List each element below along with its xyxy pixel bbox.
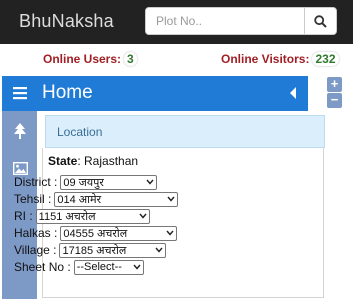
online-visitors-count: 232 — [312, 52, 339, 66]
district-select[interactable]: 09 जयपुर — [60, 174, 158, 190]
sheet-no-select[interactable]: --Select-- — [73, 259, 144, 275]
zoom-out-button[interactable]: − — [327, 93, 342, 108]
sheet-no-field: Sheet No : --Select-- — [14, 259, 144, 275]
online-visitors-label: Online Visitors: — [221, 52, 310, 66]
plot-search-box — [145, 7, 337, 35]
search-button[interactable] — [304, 8, 336, 34]
ri-field: RI : 1151 अचरोल — [14, 208, 150, 224]
district-label: District : — [14, 175, 58, 189]
caret-left-icon[interactable] — [289, 87, 297, 99]
online-stats: Online Users: 3 Online Visitors: 232 — [0, 50, 353, 68]
tehsil-select[interactable]: 014 आमेर — [54, 191, 179, 207]
home-header: Home — [2, 76, 308, 111]
zoom-in-button[interactable]: + — [327, 77, 342, 92]
village-label: Village : — [14, 243, 57, 257]
sheet-no-label: Sheet No : — [14, 260, 71, 274]
halkas-label: Halkas : — [14, 226, 58, 240]
chevron-down-icon — [167, 196, 175, 202]
app-title[interactable]: BhuNaksha — [19, 11, 114, 32]
tehsil-field: Tehsil : 014 आमेर — [14, 191, 179, 207]
home-title: Home — [42, 82, 93, 103]
chevron-down-icon — [133, 264, 141, 270]
ri-select-value: 1151 अचरोल — [38, 210, 96, 223]
district-select-value: 09 जयपुर — [63, 176, 104, 189]
district-field: District : 09 जयपुर — [14, 174, 158, 190]
ri-select[interactable]: 1151 अचरोल — [35, 208, 150, 224]
chevron-down-icon — [155, 247, 164, 253]
village-field: Village : 17185 अचरोल — [14, 242, 167, 258]
chevron-down-icon — [146, 179, 154, 185]
state-label: State — [48, 154, 78, 168]
chevron-down-icon — [166, 230, 174, 236]
location-tab-label: Location — [57, 125, 103, 139]
halkas-field: Halkas : 04555 अचरोल — [14, 225, 178, 241]
online-users-count: 3 — [124, 52, 137, 66]
village-select[interactable]: 17185 अचरोल — [59, 242, 167, 258]
online-users-label: Online Users: — [43, 52, 122, 66]
sheet-no-select-value: --Select-- — [76, 261, 122, 273]
state-value: : Rajasthan — [77, 154, 139, 168]
plot-search-input[interactable] — [146, 8, 304, 34]
tree-icon[interactable] — [12, 123, 28, 139]
online-visitors: Online Visitors: 232 — [221, 52, 339, 66]
top-navbar: BhuNaksha — [0, 0, 353, 44]
hamburger-menu-icon[interactable] — [13, 86, 27, 100]
search-icon — [314, 14, 327, 28]
tehsil-label: Tehsil : — [14, 192, 52, 206]
village-select-value: 17185 अचरोल — [62, 244, 127, 257]
location-tab[interactable]: Location — [45, 115, 325, 148]
ri-label: RI : — [14, 209, 33, 223]
halkas-select[interactable]: 04555 अचरोल — [60, 225, 178, 241]
state-line: State: Rajasthan — [48, 154, 138, 168]
online-users: Online Users: 3 — [43, 52, 137, 66]
halkas-select-value: 04555 अचरोल — [63, 227, 128, 240]
chevron-down-icon — [139, 213, 147, 219]
tehsil-select-value: 014 आमेर — [57, 193, 102, 206]
